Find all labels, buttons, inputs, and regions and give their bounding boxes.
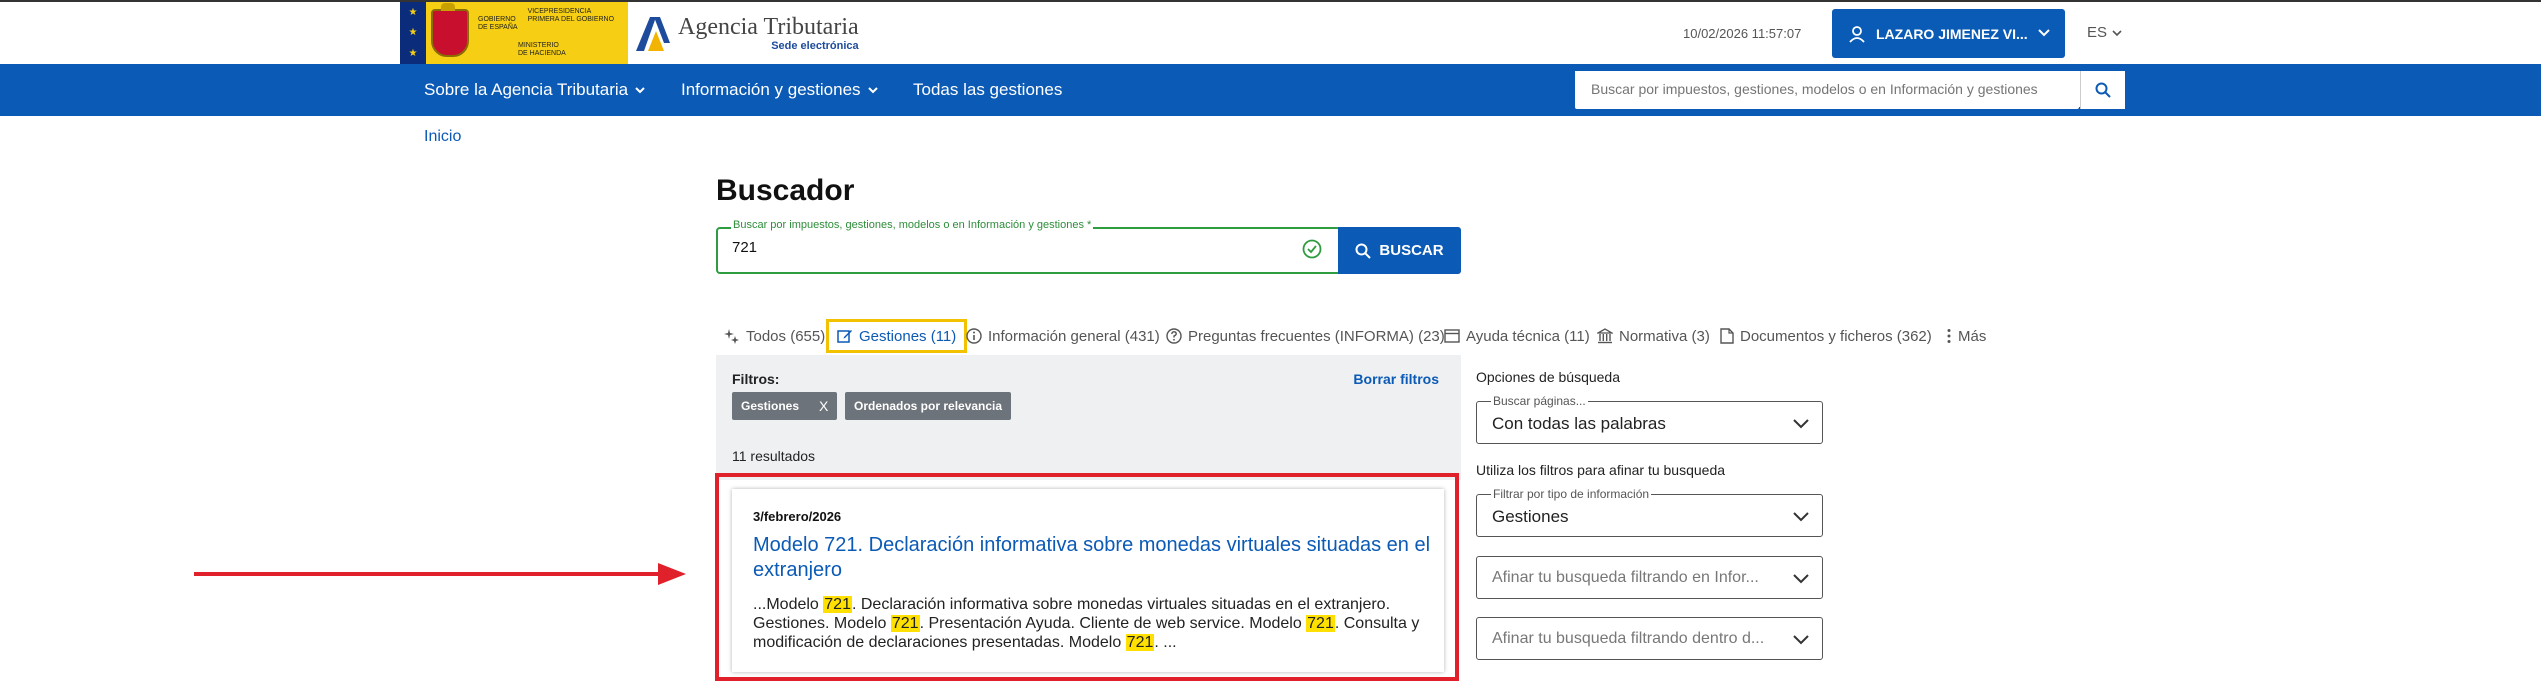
chip-label: Ordenados por relevancia — [854, 399, 1003, 413]
tab-label: Preguntas frecuentes (INFORMA) (23) — [1188, 327, 1445, 345]
tab-gestiones[interactable]: Gestiones (11) — [826, 319, 968, 353]
search-button-label: BUSCAR — [1379, 242, 1444, 259]
results-count: 11 resultados — [732, 448, 816, 464]
building-icon — [1597, 328, 1613, 344]
filter-chip-gestiones: Gestiones X — [732, 392, 838, 420]
document-icon — [1720, 328, 1734, 344]
tab-label: Ayuda técnica (11) — [1466, 327, 1590, 345]
nav-item-label: Todas las gestiones — [913, 80, 1063, 99]
language-selector[interactable]: ES — [2087, 24, 2123, 41]
agency-title: Agencia Tributaria — [678, 14, 859, 40]
nav-search-button[interactable] — [2080, 71, 2125, 109]
filter-chip-orden: Ordenados por relevancia — [845, 392, 1012, 420]
filters-title: Filtros: — [732, 371, 780, 387]
government-logo-text: GOBIERNO DE ESPAÑA VICEPRESIDENCIA PRIME… — [478, 8, 615, 57]
tab-label: Gestiones (11) — [859, 327, 957, 345]
select-value: Gestiones — [1492, 507, 1569, 526]
chevron-down-icon — [635, 87, 645, 94]
tab-informacion-general[interactable]: Información general (431) — [966, 320, 1160, 352]
filters-panel: Filtros: Borrar filtros Gestiones X Orde… — [716, 355, 1461, 480]
user-name: LAZARO JIMENEZ VI... — [1876, 25, 2028, 42]
nav-search-input[interactable] — [1575, 71, 2087, 107]
nav-search-box — [1575, 71, 2087, 109]
chip-label: Gestiones — [741, 399, 800, 413]
nav-item-todas-gestiones[interactable]: Todas las gestiones — [913, 80, 1062, 100]
search-options-title: Opciones de búsqueda — [1476, 369, 1620, 385]
page-title: Buscador — [716, 174, 855, 207]
chevron-down-icon — [1793, 635, 1809, 645]
agency-subtitle: Sede electrónica — [771, 40, 859, 52]
agency-mark-icon — [636, 13, 670, 53]
main-navbar: Sobre la Agencia Tributaria Información … — [0, 64, 2541, 116]
window-icon — [1444, 329, 1460, 343]
clear-filters-link[interactable]: Borrar filtros — [1353, 371, 1439, 387]
tab-ayuda-tecnica[interactable]: Ayuda técnica (11) — [1444, 320, 1590, 352]
question-icon — [1166, 328, 1182, 344]
select-label: Filtrar por tipo de información — [1491, 487, 1652, 501]
eu-flag-icon: ★ ★ ★ — [400, 2, 426, 64]
government-logo[interactable]: ★ ★ ★ GOBIERNO DE ESPAÑA VICEPRESIDENCIA P… — [400, 2, 628, 64]
edit-icon — [837, 330, 852, 343]
search-icon — [2095, 82, 2111, 98]
search-input-label: Buscar por impuestos, gestiones, modelos… — [731, 219, 1094, 231]
nav-item-label: Sobre la Agencia Tributaria — [424, 80, 629, 99]
tab-label: Más — [1958, 327, 1987, 345]
coat-of-arms-icon — [426, 2, 474, 64]
select-value: Con todas las palabras — [1492, 414, 1666, 433]
select-label: Buscar páginas... — [1491, 394, 1588, 408]
user-menu-button[interactable]: LAZARO JIMENEZ VI... — [1832, 9, 2065, 58]
search-icon — [1355, 243, 1372, 259]
close-icon[interactable]: X — [819, 398, 828, 414]
search-button[interactable]: BUSCAR — [1338, 227, 1461, 274]
result-highlight-box — [715, 473, 1459, 681]
check-circle-icon — [1302, 239, 1322, 259]
search-input[interactable] — [716, 227, 1341, 274]
tab-preguntas-frecuentes[interactable]: Preguntas frecuentes (INFORMA) (23) — [1166, 320, 1445, 352]
breadcrumb-home[interactable]: Inicio — [424, 128, 461, 146]
chevron-down-icon — [1793, 419, 1809, 429]
nav-item-informacion-gestiones[interactable]: Información y gestiones — [681, 80, 879, 100]
session-datetime: 10/02/2026 11:57:07 — [1683, 26, 1802, 41]
user-icon — [1849, 25, 1865, 43]
tab-label: Documentos y ficheros (362) — [1740, 327, 1932, 345]
nav-item-label: Información y gestiones — [681, 80, 861, 99]
refine-info-select[interactable]: Afinar tu busqueda filtrando en Infor... — [1476, 556, 1823, 599]
tab-label: Información general (431) — [988, 327, 1160, 345]
tab-label: Normativa (3) — [1619, 327, 1710, 345]
sparkle-icon — [724, 329, 739, 344]
agency-logo[interactable]: Agencia Tributaria Sede electrónica — [636, 8, 859, 58]
tab-documentos-ficheros[interactable]: Documentos y ficheros (362) — [1720, 320, 1932, 352]
chevron-down-icon — [2112, 29, 2122, 36]
info-icon — [966, 328, 982, 344]
chevron-down-icon — [1793, 574, 1809, 584]
refine-inside-select[interactable]: Afinar tu busqueda filtrando dentro d... — [1476, 617, 1823, 660]
select-placeholder: Afinar tu busqueda filtrando en Infor... — [1492, 569, 1759, 586]
pointer-arrow-icon — [194, 563, 686, 585]
search-input-value[interactable]: 721 — [732, 239, 757, 256]
language-label: ES — [2087, 24, 2108, 41]
header: ★ ★ ★ GOBIERNO DE ESPAÑA VICEPRESIDENCIA P… — [0, 2, 2541, 64]
tab-mas[interactable]: Más — [1946, 320, 1986, 352]
select-placeholder: Afinar tu busqueda filtrando dentro d... — [1492, 630, 1765, 647]
tab-label: Todos (655) — [746, 327, 826, 345]
info-type-select[interactable]: Filtrar por tipo de información Gestione… — [1476, 487, 1823, 537]
chevron-down-icon — [867, 87, 878, 94]
search-pages-select[interactable]: Buscar páginas... Con todas las palabras — [1476, 394, 1823, 444]
more-vertical-icon — [1947, 329, 1951, 343]
refine-title: Utiliza los filtros para afinar tu busqu… — [1476, 462, 1726, 478]
nav-item-sobre-agencia[interactable]: Sobre la Agencia Tributaria — [424, 80, 646, 100]
chevron-down-icon — [2038, 29, 2050, 37]
tab-todos[interactable]: Todos (655) — [724, 320, 825, 352]
tab-normativa[interactable]: Normativa (3) — [1597, 320, 1710, 352]
chevron-down-icon — [1793, 512, 1809, 522]
